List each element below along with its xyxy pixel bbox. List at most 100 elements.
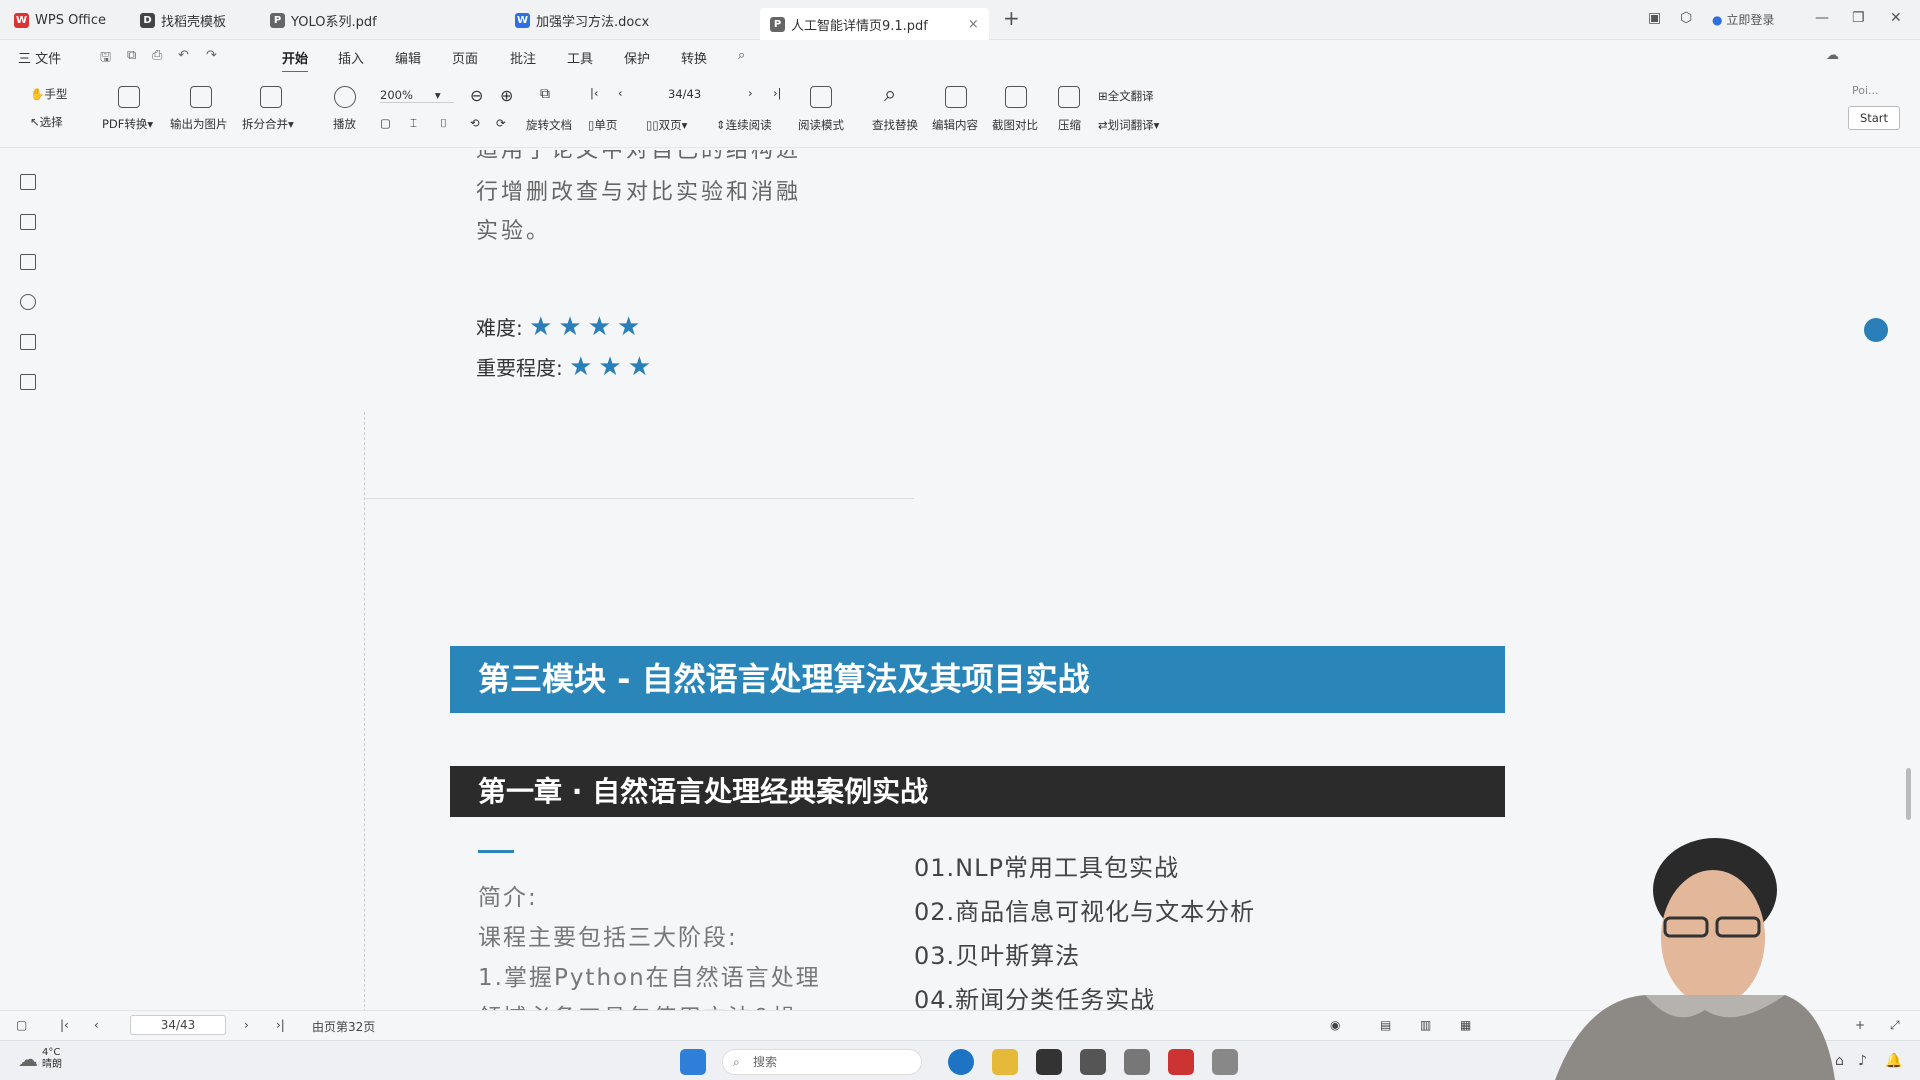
eye-icon[interactable]: ◉ [1330, 1018, 1340, 1032]
first-page-icon[interactable]: |‹ [590, 86, 598, 100]
copy-icon[interactable]: ⧉ [127, 48, 136, 63]
tab-word-doc[interactable]: W 加强学习方法.docx [515, 8, 649, 32]
book-view-icon[interactable]: ▦ [1460, 1018, 1471, 1032]
signature-icon[interactable] [20, 334, 36, 350]
network-icon[interactable]: ⌂ [1835, 1053, 1844, 1069]
login-button[interactable]: ● 立即登录 [1712, 11, 1774, 28]
menu-start[interactable]: 开始 [282, 48, 309, 73]
fit-page-icon[interactable]: ⧉ [540, 86, 550, 102]
view-icon-2[interactable]: ⌶ [410, 116, 417, 131]
page-indicator[interactable]: 34/43 [668, 87, 701, 101]
single-page-button[interactable]: ▯ 单页 [588, 117, 617, 133]
double-view-icon[interactable]: ▥ [1420, 1018, 1431, 1032]
find-replace-button[interactable]: 查找替换 [872, 117, 918, 133]
app-icon[interactable] [1124, 1049, 1150, 1075]
restore-icon[interactable]: ❐ [1852, 10, 1865, 26]
new-tab-icon[interactable]: + [1003, 6, 1020, 30]
scrollbar-thumb[interactable] [1906, 768, 1911, 820]
thumbnail-icon[interactable] [20, 214, 36, 230]
menu-edit[interactable]: 编辑 [395, 48, 421, 67]
file-menu[interactable]: 三 文件 [18, 48, 61, 67]
windows-start-icon[interactable] [680, 1049, 706, 1075]
view-icon-1[interactable]: ▢ [380, 116, 391, 130]
compare-label: 截图对比 [992, 118, 1038, 132]
doc-line: 实验。 [476, 219, 552, 244]
pdf-convert-button[interactable]: PDF转换 ▾ [102, 116, 153, 132]
menu-protect[interactable]: 保护 [624, 48, 650, 67]
select-tool-button[interactable]: ↖ 选择 [30, 114, 63, 130]
zoom-select[interactable]: 200% ▾ [380, 88, 454, 103]
menu-insert[interactable]: 插入 [338, 48, 364, 67]
minimize-icon[interactable]: — [1815, 10, 1829, 26]
export-image-button[interactable]: 输出为图片 [170, 116, 228, 132]
split-merge-button[interactable]: 拆分合并 ▾ [242, 116, 294, 132]
start-label: Start [1859, 111, 1889, 125]
tab-close-icon[interactable]: × [968, 17, 979, 32]
volume-icon[interactable]: ♪ [1858, 1053, 1867, 1069]
tab-yolo-pdf[interactable]: P YOLO系列.pdf [270, 8, 377, 32]
compress-button[interactable]: 压缩 [1058, 117, 1081, 133]
wps-taskbar-icon[interactable] [1168, 1049, 1194, 1075]
menu-page[interactable]: 页面 [452, 48, 478, 67]
assistant-float-icon[interactable] [1864, 318, 1888, 342]
zoom-plus-icon[interactable]: + [1855, 1018, 1865, 1032]
word-translate-button[interactable]: ⇄ 划词翻译 ▾ [1098, 117, 1159, 133]
edge-browser-icon[interactable] [948, 1049, 974, 1075]
full-translate-button[interactable]: ⊞ 全文翻译 [1098, 88, 1154, 104]
redo-icon[interactable]: ↷ [206, 48, 217, 63]
comment-icon[interactable] [20, 254, 36, 270]
file-explorer-icon[interactable] [992, 1049, 1018, 1075]
weather-icon: ☁ [18, 1047, 38, 1071]
compare-button[interactable]: 截图对比 [992, 117, 1038, 133]
zoom-in-icon[interactable]: ⊕ [500, 86, 513, 105]
next-page-icon[interactable]: › [748, 86, 753, 100]
tab-wps-office[interactable]: W WPS Office [14, 8, 106, 32]
attachment-icon[interactable] [20, 294, 36, 310]
save-icon[interactable]: 🖫 [100, 48, 111, 70]
tab-docer[interactable]: D 找稻壳模板 [140, 8, 226, 32]
rotate-right-icon[interactable]: ⟳ [496, 116, 506, 130]
last-page-icon[interactable]: ›| [276, 1018, 285, 1032]
layout-icon[interactable]: ▣ [1648, 10, 1661, 26]
start-button[interactable]: Start [1848, 106, 1900, 130]
print-icon[interactable]: ⎙ [152, 48, 162, 63]
play-button[interactable]: 播放 [333, 116, 356, 132]
double-page-button[interactable]: ▯▯ 双页 ▾ [646, 117, 687, 133]
course-list-item: 02.商品信息可视化与文本分析 [914, 898, 1256, 926]
app-icon[interactable] [1212, 1049, 1238, 1075]
bookmark-view-icon[interactable]: ⌷ [440, 116, 447, 131]
tab-ai-pdf-active[interactable]: P 人工智能详情页9.1.pdf × [760, 8, 989, 40]
bookmark-icon[interactable] [20, 174, 36, 190]
taskbar-search[interactable]: ⌕ 搜索 [722, 1049, 922, 1075]
menu-comment[interactable]: 批注 [510, 48, 536, 67]
close-icon[interactable]: ✕ [1890, 10, 1902, 26]
layers-icon[interactable] [20, 374, 36, 390]
sidebar-toggle-icon[interactable]: ▢ [16, 1018, 27, 1032]
rotate-doc-button[interactable]: 旋转文档 [526, 117, 572, 133]
read-mode-button[interactable]: 阅读模式 [798, 117, 844, 133]
last-page-icon[interactable]: ›| [773, 86, 781, 100]
app-icon[interactable] [1080, 1049, 1106, 1075]
continuous-read-button[interactable]: ⇕ 连续阅读 [716, 117, 772, 133]
notification-icon[interactable]: 🔔 [1885, 1053, 1902, 1069]
fullscreen-icon[interactable]: ⤢ [1890, 1018, 1900, 1033]
single-view-icon[interactable]: ▤ [1380, 1018, 1391, 1032]
edit-content-button[interactable]: 编辑内容 [932, 117, 978, 133]
page-input[interactable]: 34/43 [130, 1015, 226, 1035]
play-icon [334, 86, 356, 108]
terminal-icon[interactable] [1036, 1049, 1062, 1075]
cube-icon[interactable]: ⬡ [1680, 10, 1692, 26]
cloud-icon[interactable]: ☁ [1826, 48, 1839, 63]
first-page-icon[interactable]: |‹ [60, 1018, 69, 1032]
prev-page-icon[interactable]: ‹ [94, 1018, 99, 1032]
prev-page-icon[interactable]: ‹ [618, 86, 623, 100]
next-page-icon[interactable]: › [244, 1018, 249, 1032]
search-icon[interactable]: ⌕ [738, 48, 745, 63]
zoom-out-icon[interactable]: ⊖ [470, 86, 483, 105]
hand-tool-button[interactable]: ✋ 手型 [30, 86, 67, 102]
weather-widget[interactable]: ☁ 4°C 晴朗 [18, 1047, 62, 1071]
undo-icon[interactable]: ↶ [178, 48, 189, 63]
rotate-left-icon[interactable]: ⟲ [470, 116, 480, 130]
menu-convert[interactable]: 转换 [681, 48, 707, 67]
menu-tools[interactable]: 工具 [567, 48, 593, 67]
